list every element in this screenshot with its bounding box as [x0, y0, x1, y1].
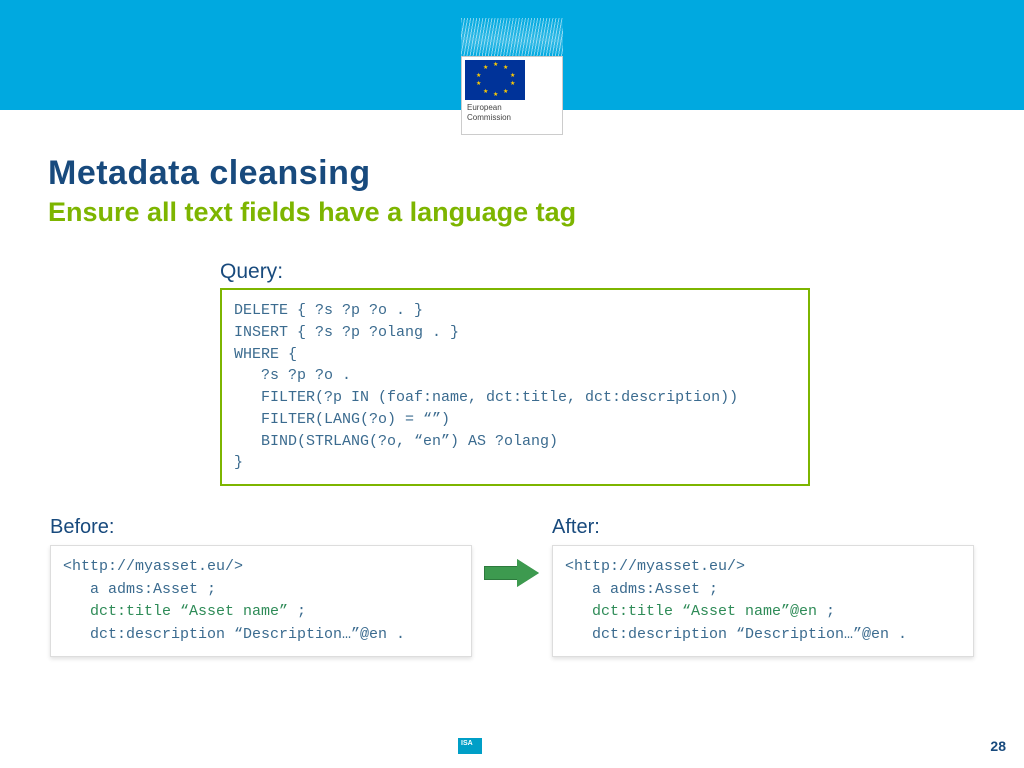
- ec-caption-line1: European: [467, 103, 502, 112]
- slide-title: Metadata cleansing: [48, 154, 976, 193]
- query-label: Query:: [220, 260, 810, 284]
- ec-caption-line2: Commission: [467, 113, 511, 122]
- slide-subtitle: Ensure all text fields have a language t…: [48, 197, 976, 228]
- ec-building-graphic: [461, 18, 563, 56]
- query-section: Query: DELETE { ?s ?p ?o . } INSERT { ?s…: [220, 260, 810, 486]
- before-column: Before: <http://myasset.eu/> a adms:Asse…: [50, 516, 472, 657]
- top-banner: ★ ★ ★ ★ ★ ★ ★ ★ ★ ★ European Commission: [0, 0, 1024, 110]
- arrow-right-icon: [484, 560, 540, 586]
- eu-flag-icon: ★ ★ ★ ★ ★ ★ ★ ★ ★ ★: [465, 60, 525, 100]
- arrow-wrap: [472, 516, 552, 586]
- before-after-row: Before: <http://myasset.eu/> a adms:Asse…: [48, 516, 976, 657]
- slide-content: Metadata cleansing Ensure all text field…: [0, 110, 1024, 657]
- after-column: After: <http://myasset.eu/> a adms:Asset…: [552, 516, 974, 657]
- page-number: 28: [990, 738, 1006, 754]
- isa-badge: ISA: [458, 738, 482, 754]
- slide-footer: ISA 28: [0, 730, 1024, 754]
- ec-logo-box: ★ ★ ★ ★ ★ ★ ★ ★ ★ ★ European Commission: [461, 56, 563, 135]
- after-code-box: <http://myasset.eu/> a adms:Asset ; dct:…: [552, 545, 974, 657]
- before-label: Before:: [50, 516, 472, 539]
- query-code-box: DELETE { ?s ?p ?o . } INSERT { ?s ?p ?ol…: [220, 288, 810, 486]
- before-code-box: <http://myasset.eu/> a adms:Asset ; dct:…: [50, 545, 472, 657]
- ec-logo-caption: European Commission: [465, 100, 513, 124]
- after-label: After:: [552, 516, 974, 539]
- ec-logo: ★ ★ ★ ★ ★ ★ ★ ★ ★ ★ European Commission: [461, 18, 563, 135]
